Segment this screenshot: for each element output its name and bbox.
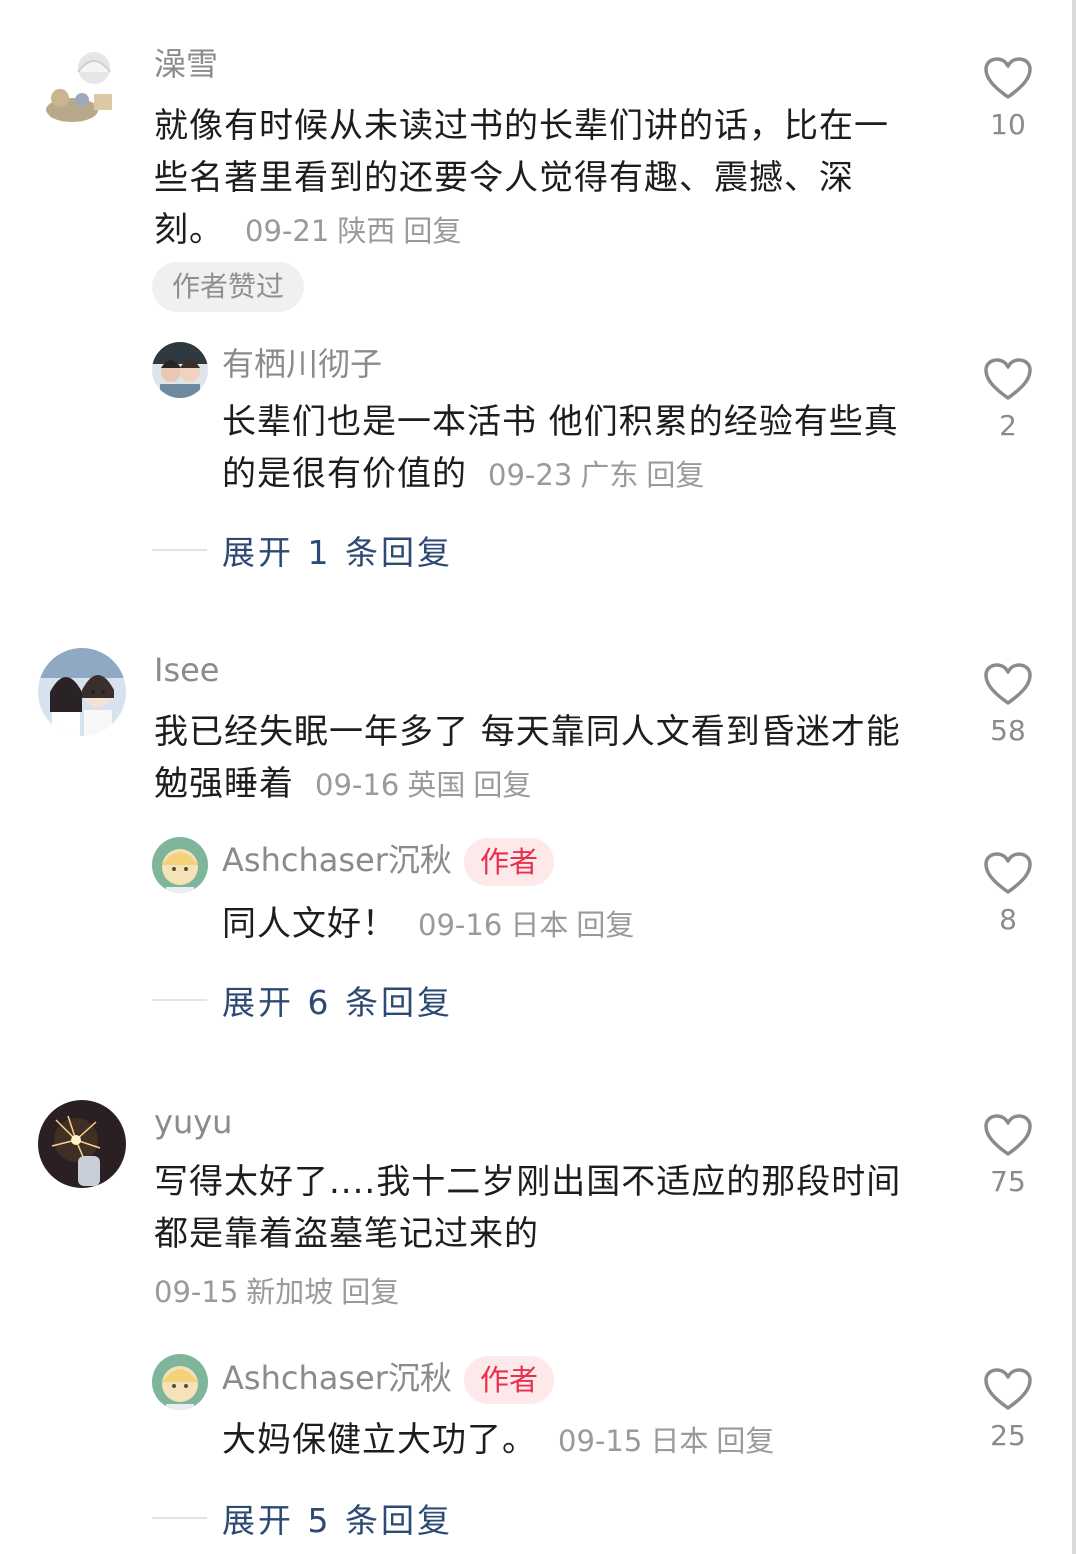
reply-button[interactable]: 回复 — [716, 1424, 774, 1458]
username[interactable]: 澡雪 — [154, 44, 218, 84]
author-badge: 作者 — [464, 1356, 555, 1404]
heart-outline-icon — [984, 1368, 1032, 1410]
reply-button[interactable]: 回复 — [646, 458, 704, 492]
like-count: 25 — [990, 1419, 1026, 1452]
username[interactable]: Ashchaser沉秋 — [222, 1358, 452, 1398]
username[interactable]: yuyu — [154, 1102, 232, 1142]
like-count: 8 — [999, 903, 1017, 936]
reply-date: 09-16 — [418, 908, 503, 942]
comment-location: 陕西 — [337, 214, 396, 248]
reply-button[interactable]: 回复 — [473, 768, 531, 802]
reply-date: 09-23 — [488, 458, 573, 492]
scroll-edge — [1072, 0, 1076, 1554]
avatar-author[interactable] — [152, 837, 208, 893]
avatar-zaoxue[interactable] — [38, 42, 126, 130]
reply-button[interactable]: 回复 — [576, 908, 634, 942]
reply-text: 同人文好！ 09-16 日本 回复 — [222, 898, 922, 951]
reply-body: 大妈保健立大功了。 — [222, 1420, 537, 1460]
comment-text: 就像有时候从未读过书的长辈们讲的话，比在一些名著里看到的还要令人觉得有趣、震撼、… — [154, 100, 914, 257]
comment-location: 英国 — [407, 768, 466, 802]
comment-text: 写得太好了....我十二岁刚出国不适应的那段时间都是靠着盗墓笔记过来的 — [154, 1156, 914, 1260]
reply-meta: 09-16 日本 回复 — [409, 908, 643, 942]
reply-meta: 09-15 日本 回复 — [549, 1424, 783, 1458]
expand-replies-button[interactable]: 展开 5 条回复 — [152, 1496, 453, 1540]
like-button[interactable]: 8 — [980, 851, 1036, 937]
like-button[interactable]: 25 — [980, 1367, 1036, 1453]
username[interactable]: 有栖川彻子 — [222, 344, 382, 384]
expand-replies-button[interactable]: 展开 6 条回复 — [152, 978, 453, 1022]
avatar-author[interactable] — [152, 1354, 208, 1410]
reply-location: 日本 — [510, 908, 569, 942]
comment-text: 我已经失眠一年多了 每天靠同人文看到昏迷才能勉强睡着 09-16 英国 回复 — [154, 706, 914, 811]
divider — [152, 1517, 207, 1519]
heart-outline-icon — [984, 358, 1032, 400]
comment-meta: 09-15 新加坡 回复 — [154, 1272, 407, 1312]
comment-date: 09-15 — [154, 1275, 239, 1309]
expand-replies-label: 展开 5 条回复 — [222, 1501, 453, 1540]
expand-replies-button[interactable]: 展开 1 条回复 — [152, 528, 453, 572]
avatar-yuyu[interactable] — [38, 1100, 126, 1188]
comment-date: 09-21 — [245, 214, 330, 248]
reply-location: 广东 — [580, 458, 639, 492]
heart-outline-icon — [984, 663, 1032, 705]
comment-location: 新加坡 — [246, 1275, 334, 1309]
reply-text: 大妈保健立大功了。 09-15 日本 回复 — [222, 1414, 922, 1467]
reply-button[interactable]: 回复 — [403, 214, 461, 248]
comment-date: 09-16 — [315, 768, 400, 802]
heart-outline-icon — [984, 57, 1032, 99]
like-button[interactable]: 75 — [980, 1113, 1036, 1199]
reply-meta: 09-23 广东 回复 — [479, 458, 713, 492]
reply-text: 长辈们也是一本活书 他们积累的经验有些真的是很有价值的 09-23 广东 回复 — [222, 396, 922, 501]
like-button[interactable]: 2 — [980, 357, 1036, 443]
comment-body: 写得太好了....我十二岁刚出国不适应的那段时间都是靠着盗墓笔记过来的 — [154, 1162, 902, 1254]
like-count: 58 — [990, 714, 1026, 747]
like-button[interactable]: 10 — [980, 56, 1036, 142]
reply-date: 09-15 — [558, 1424, 643, 1458]
heart-outline-icon — [984, 1114, 1032, 1156]
reply-location: 日本 — [650, 1424, 709, 1458]
avatar-isee[interactable] — [38, 648, 126, 736]
divider — [152, 549, 207, 551]
like-button[interactable]: 58 — [980, 662, 1036, 748]
author-liked-chip: 作者赞过 — [152, 262, 305, 312]
comment-list: 澡雪 就像有时候从未读过书的长辈们讲的话，比在一些名著里看到的还要令人觉得有趣、… — [0, 0, 1076, 1554]
like-count: 10 — [990, 108, 1026, 141]
reply-body: 同人文好！ — [222, 904, 397, 944]
comment-meta: 09-21 陕西 回复 — [236, 214, 470, 248]
author-badge: 作者 — [464, 838, 555, 886]
divider — [152, 999, 207, 1001]
username[interactable]: Isee — [154, 650, 219, 690]
like-count: 2 — [999, 409, 1017, 442]
comment-meta: 09-16 英国 回复 — [306, 768, 540, 802]
expand-replies-label: 展开 1 条回复 — [222, 533, 453, 572]
expand-replies-label: 展开 6 条回复 — [222, 983, 453, 1022]
reply-button[interactable]: 回复 — [341, 1275, 399, 1309]
username[interactable]: Ashchaser沉秋 — [222, 840, 452, 880]
avatar-reply[interactable] — [152, 342, 208, 398]
heart-outline-icon — [984, 852, 1032, 894]
like-count: 75 — [990, 1165, 1026, 1198]
